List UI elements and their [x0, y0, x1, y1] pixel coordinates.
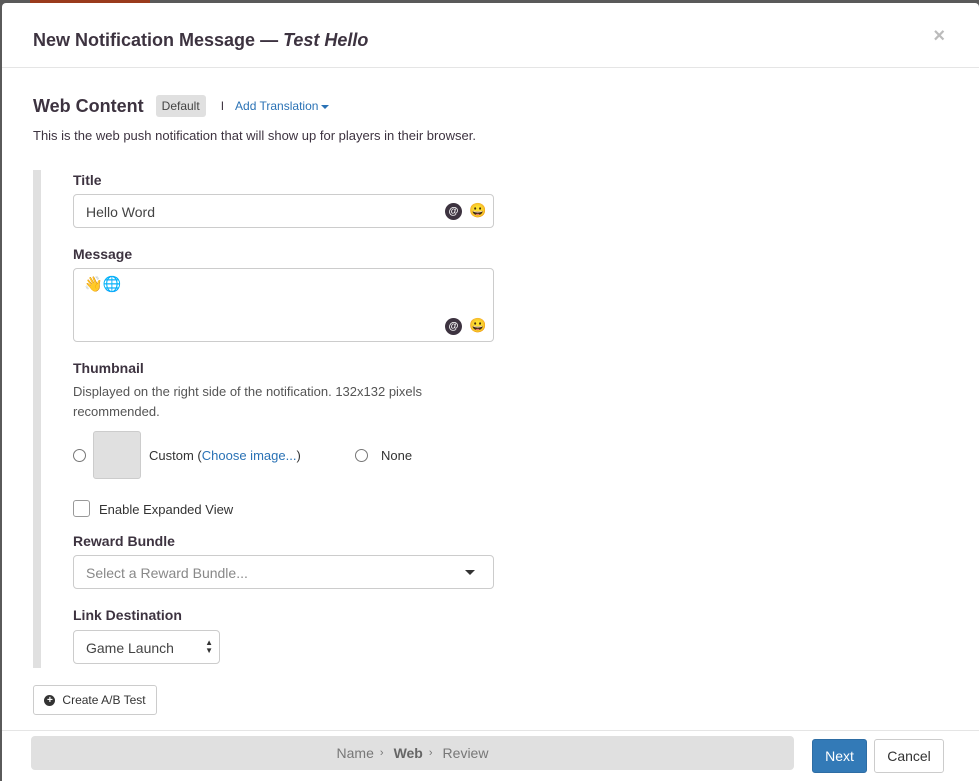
mention-icon[interactable]: @ [445, 318, 462, 335]
step-name: Name [336, 745, 374, 761]
emoji-icon[interactable]: 😀 [469, 317, 486, 334]
expanded-view-checkbox[interactable] [73, 500, 90, 517]
panel-bar [33, 170, 41, 668]
next-button[interactable]: Next [812, 739, 867, 773]
modal-header: New Notification Message — Test Hello × [2, 3, 979, 68]
custom-option: Custom (Choose image...) [149, 448, 301, 463]
create-ab-test-button[interactable]: + Create A/B Test [33, 685, 157, 715]
none-label: None [381, 448, 413, 463]
message-label: Message [73, 246, 133, 262]
plus-circle-icon: + [44, 694, 56, 706]
caret-down-icon [465, 570, 475, 575]
title-input[interactable]: Hello Word [73, 194, 494, 228]
notification-modal: New Notification Message — Test Hello × … [2, 3, 979, 781]
separator: I [220, 99, 225, 113]
message-textarea[interactable]: 👋🌐 [73, 268, 494, 342]
emoji-icon[interactable]: 😀 [469, 202, 486, 219]
choose-image-link[interactable]: Choose image... [202, 448, 297, 463]
modal-footer [2, 730, 979, 731]
section-description: This is the web push notification that w… [33, 128, 476, 143]
step-web: Web [393, 745, 423, 761]
updown-icon: ▲ ▼ [205, 638, 213, 655]
link-destination-label: Link Destination [73, 607, 182, 623]
mention-icon[interactable]: @ [445, 203, 462, 220]
default-badge: Default [155, 95, 206, 117]
section-header: Web Content Default I Add Translation [33, 95, 330, 117]
close-icon[interactable]: × [933, 25, 945, 48]
thumbnail-preview [93, 431, 141, 479]
add-translation-dropdown[interactable]: Add Translation [235, 99, 330, 113]
reward-bundle-select[interactable]: Select a Reward Bundle... [73, 555, 494, 589]
caret-down-icon [321, 104, 330, 109]
expanded-view-label: Enable Expanded View [99, 502, 234, 517]
modal-title: New Notification Message — Test Hello [33, 30, 369, 50]
none-radio[interactable] [355, 449, 368, 462]
thumbnail-label: Thumbnail [73, 360, 144, 376]
wizard-steps: Name › Web › Review [31, 736, 794, 770]
step-review: Review [442, 745, 489, 761]
thumbnail-help: Displayed on the right side of the notif… [73, 384, 423, 419]
reward-bundle-label: Reward Bundle [73, 533, 175, 549]
title-label: Title [73, 172, 102, 188]
custom-radio[interactable] [73, 449, 86, 462]
campaign-name: Test Hello [283, 30, 369, 50]
section-heading: Web Content [33, 95, 144, 116]
cancel-button[interactable]: Cancel [874, 739, 944, 773]
link-destination-select[interactable]: Game Launch ▲ ▼ [73, 630, 220, 664]
